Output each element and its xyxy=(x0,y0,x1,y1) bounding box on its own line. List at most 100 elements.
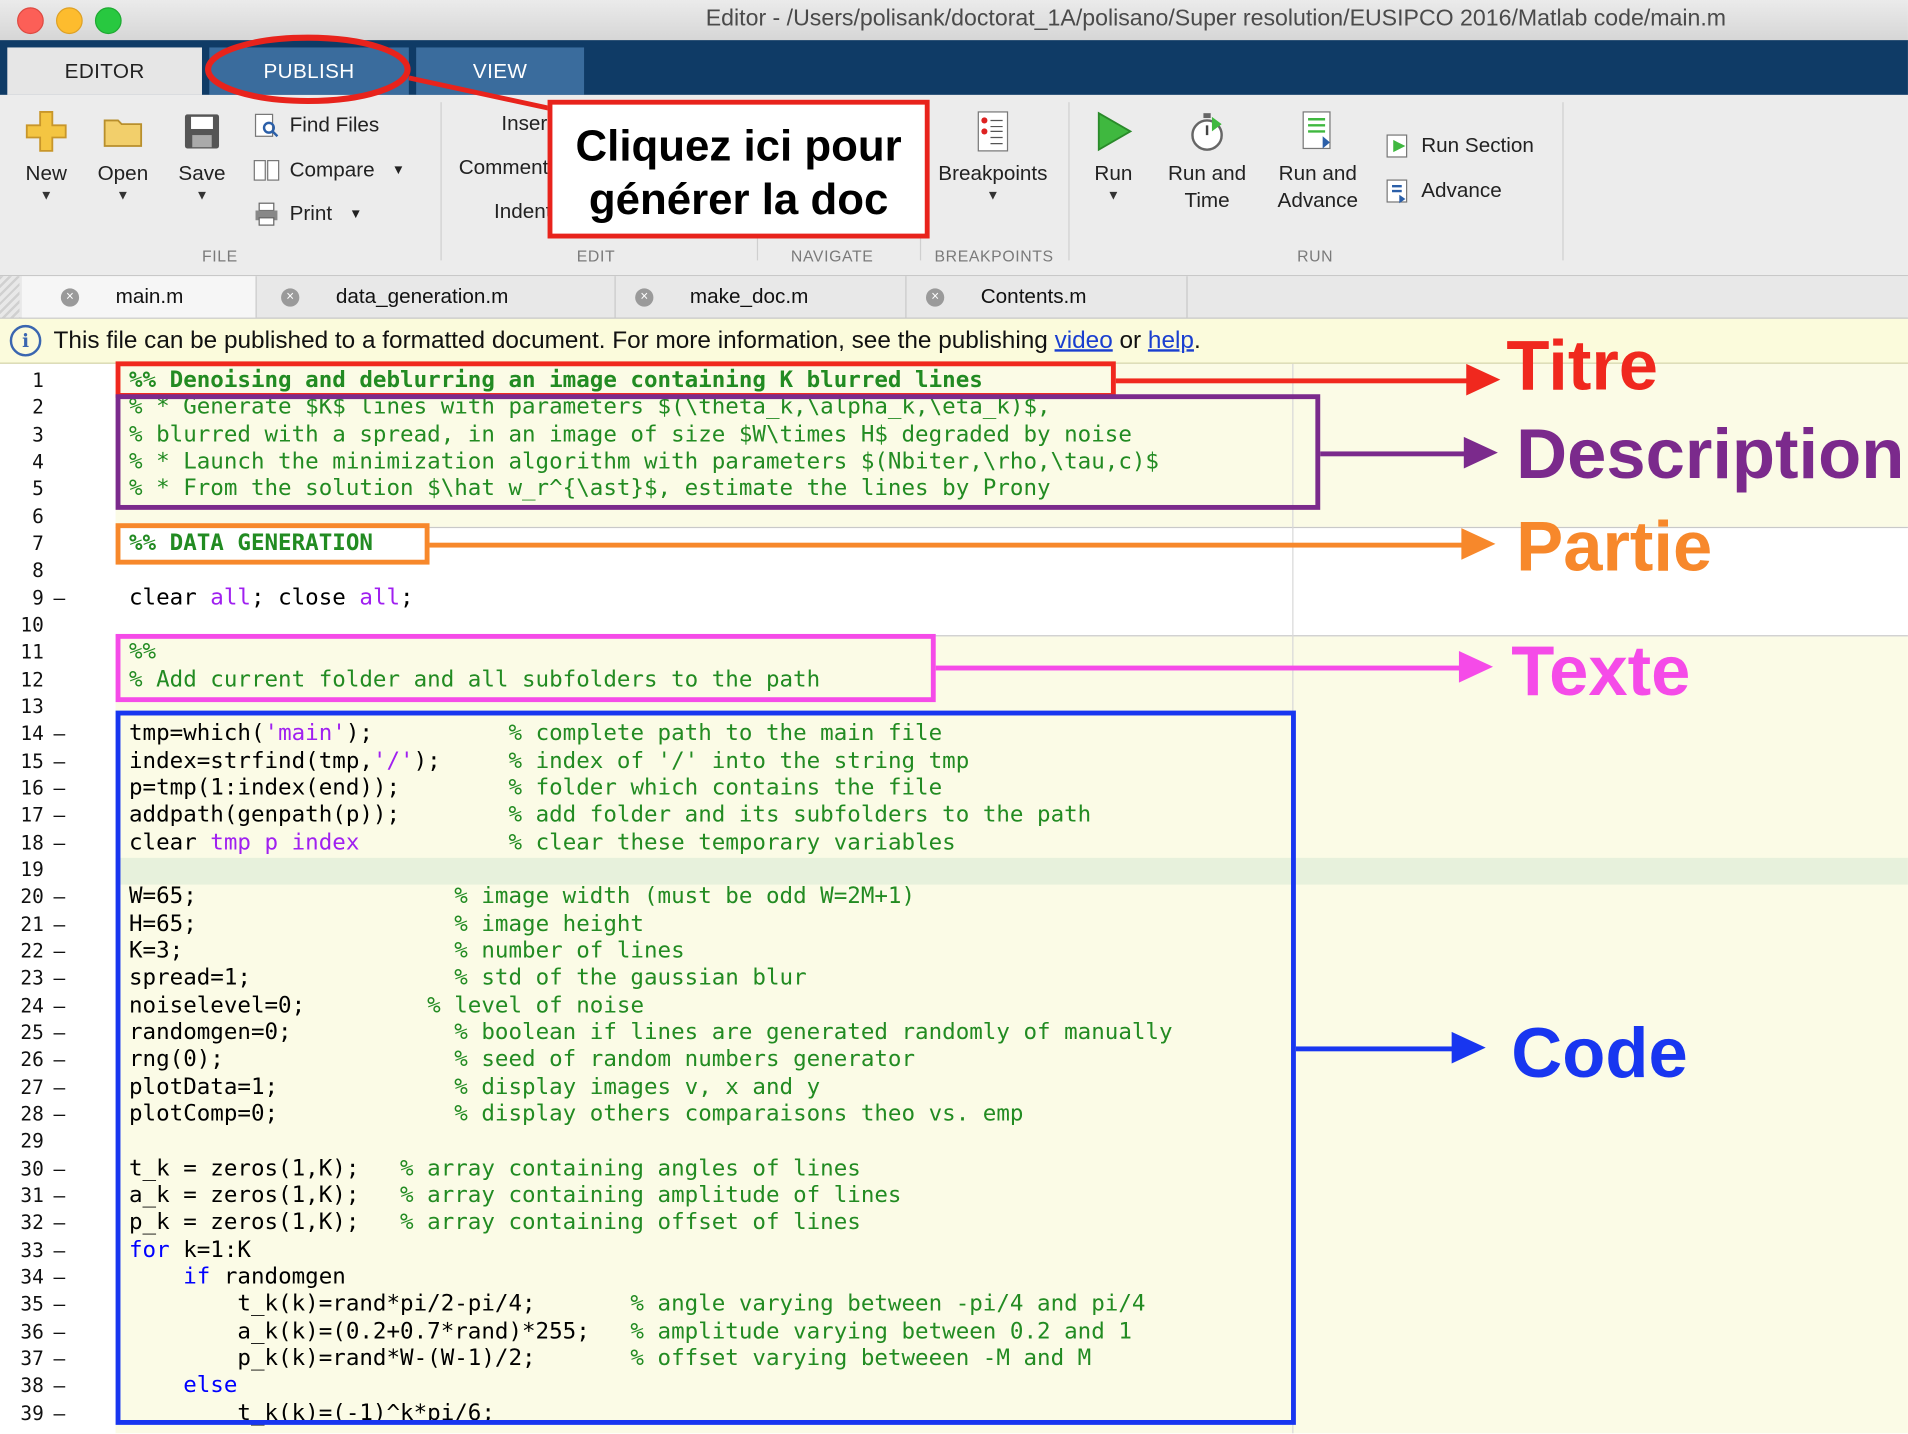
find-files-button[interactable]: Find Files xyxy=(253,112,379,139)
line-number[interactable]: 12 xyxy=(0,666,43,693)
line-number[interactable]: 10 xyxy=(0,612,43,639)
line-number[interactable]: 25 xyxy=(0,1020,43,1047)
line-number[interactable]: 22 xyxy=(0,938,43,965)
line-number[interactable]: 9 xyxy=(0,585,44,612)
line-number[interactable]: 3 xyxy=(0,422,44,449)
code-line[interactable]: 9– clear all; close all; xyxy=(0,585,1908,612)
run-and-time-button[interactable]: Run and Time xyxy=(1158,110,1255,215)
maximize-window-button[interactable] xyxy=(94,7,122,35)
close-tab-icon[interactable]: × xyxy=(635,287,654,307)
breakpoint-marker[interactable]: – xyxy=(54,938,66,965)
line-number[interactable]: 33 xyxy=(0,1237,43,1264)
line-number[interactable]: 13 xyxy=(0,694,43,721)
titre-label: Titre xyxy=(1506,326,1659,406)
line-number[interactable]: 21 xyxy=(0,911,43,938)
line-number[interactable]: 16 xyxy=(0,775,43,802)
line-number[interactable]: 27 xyxy=(0,1074,43,1101)
line-number[interactable]: 7 xyxy=(0,530,44,557)
publish-callout: Cliquez ici pour générer la doc xyxy=(547,99,930,239)
code-text: clear all; close all; xyxy=(128,584,414,611)
breakpoints-button[interactable]: Breakpoints ▼ xyxy=(930,110,1057,205)
line-number[interactable]: 5 xyxy=(0,476,44,503)
line-number[interactable]: 11 xyxy=(0,639,43,666)
breakpoint-marker[interactable]: – xyxy=(54,911,66,938)
line-number[interactable]: 31 xyxy=(0,1183,43,1210)
help-link[interactable]: help xyxy=(1148,327,1194,355)
breakpoint-marker[interactable]: – xyxy=(54,1047,66,1074)
breakpoint-marker[interactable]: – xyxy=(54,829,66,856)
breakpoint-marker[interactable]: – xyxy=(54,1074,66,1101)
breakpoint-marker[interactable]: – xyxy=(54,1291,66,1318)
open-button[interactable]: Open ▼ xyxy=(88,110,159,205)
line-number[interactable]: 6 xyxy=(0,503,44,530)
comment-button[interactable]: Comment xyxy=(459,156,549,180)
breakpoint-marker[interactable]: – xyxy=(54,775,66,802)
line-number[interactable]: 17 xyxy=(0,802,43,829)
tab-grip-handle[interactable] xyxy=(0,276,20,318)
close-tab-icon[interactable]: × xyxy=(60,287,80,307)
line-number[interactable]: 20 xyxy=(0,884,43,911)
line-number[interactable]: 30 xyxy=(0,1155,43,1182)
line-number[interactable]: 29 xyxy=(0,1128,43,1155)
video-link[interactable]: video xyxy=(1055,327,1113,355)
breakpoint-marker[interactable]: – xyxy=(54,1101,66,1128)
line-number[interactable]: 18 xyxy=(0,829,43,856)
line-number[interactable]: 35 xyxy=(0,1291,43,1318)
breakpoint-marker[interactable]: – xyxy=(54,1318,66,1345)
file-tab-data-generation[interactable]: × data_generation.m xyxy=(257,276,616,318)
tab-editor[interactable]: EDITOR xyxy=(7,47,202,95)
breakpoint-marker[interactable]: – xyxy=(54,802,66,829)
breakpoint-marker[interactable]: – xyxy=(54,965,66,992)
line-number[interactable]: 1 xyxy=(0,367,44,394)
line-number[interactable]: 23 xyxy=(0,965,43,992)
breakpoint-marker[interactable]: – xyxy=(54,1373,66,1400)
close-window-button[interactable] xyxy=(17,7,44,35)
line-number[interactable]: 28 xyxy=(0,1101,43,1128)
line-number[interactable]: 2 xyxy=(0,395,44,422)
indent-button[interactable]: Indent xyxy=(494,200,552,224)
line-number[interactable]: 14 xyxy=(0,721,43,748)
texte-box xyxy=(115,633,936,703)
run-and-advance-button[interactable]: Run and Advance xyxy=(1265,110,1370,215)
advance-button[interactable]: Advance xyxy=(1385,178,1502,205)
line-number[interactable]: 15 xyxy=(0,748,43,775)
line-number[interactable]: 26 xyxy=(0,1047,43,1074)
ribbon-toolbar: New ▼ Open ▼ Save ▼ Find Files Compare ▼… xyxy=(0,94,1908,277)
line-number[interactable]: 8 xyxy=(0,558,44,585)
run-section-button[interactable]: Run Section xyxy=(1385,133,1534,160)
close-tab-icon[interactable]: × xyxy=(925,287,945,307)
line-number[interactable]: 38 xyxy=(0,1373,43,1400)
line-number[interactable]: 32 xyxy=(0,1210,43,1237)
line-number[interactable]: 4 xyxy=(0,449,44,476)
line-number[interactable]: 24 xyxy=(0,992,43,1019)
file-tab-contents[interactable]: × Contents.m xyxy=(907,276,1188,318)
new-button[interactable]: New ▼ xyxy=(12,110,80,205)
breakpoint-marker[interactable]: – xyxy=(54,1020,66,1047)
breakpoint-marker[interactable]: – xyxy=(54,1346,66,1373)
save-button[interactable]: Save ▼ xyxy=(168,110,236,205)
breakpoint-marker[interactable]: – xyxy=(54,1237,66,1264)
minimize-window-button[interactable] xyxy=(55,7,83,35)
breakpoint-marker[interactable]: – xyxy=(54,1183,66,1210)
breakpoint-marker[interactable]: – xyxy=(54,1155,66,1182)
line-number[interactable]: 34 xyxy=(0,1264,43,1291)
line-number[interactable]: 36 xyxy=(0,1318,43,1345)
breakpoint-marker[interactable]: – xyxy=(54,585,66,612)
print-button[interactable]: Print ▼ xyxy=(253,201,362,228)
breakpoint-marker[interactable]: – xyxy=(54,721,66,748)
line-number[interactable]: 19 xyxy=(0,857,43,884)
file-tab-main[interactable]: × main.m xyxy=(21,276,257,318)
insert-button[interactable]: Insert xyxy=(501,112,553,136)
line-number[interactable]: 39 xyxy=(0,1400,43,1427)
breakpoint-marker[interactable]: – xyxy=(54,992,66,1019)
line-number[interactable]: 37 xyxy=(0,1346,43,1373)
close-tab-icon[interactable]: × xyxy=(281,287,300,307)
run-button[interactable]: Run ▼ xyxy=(1081,110,1147,205)
breakpoint-marker[interactable]: – xyxy=(54,1264,66,1291)
compare-button[interactable]: Compare ▼ xyxy=(253,157,405,184)
breakpoint-marker[interactable]: – xyxy=(54,1400,66,1427)
breakpoint-marker[interactable]: – xyxy=(54,884,66,911)
breakpoint-marker[interactable]: – xyxy=(54,748,66,775)
file-tab-make-doc[interactable]: × make_doc.m xyxy=(616,276,907,318)
breakpoint-marker[interactable]: – xyxy=(54,1210,66,1237)
